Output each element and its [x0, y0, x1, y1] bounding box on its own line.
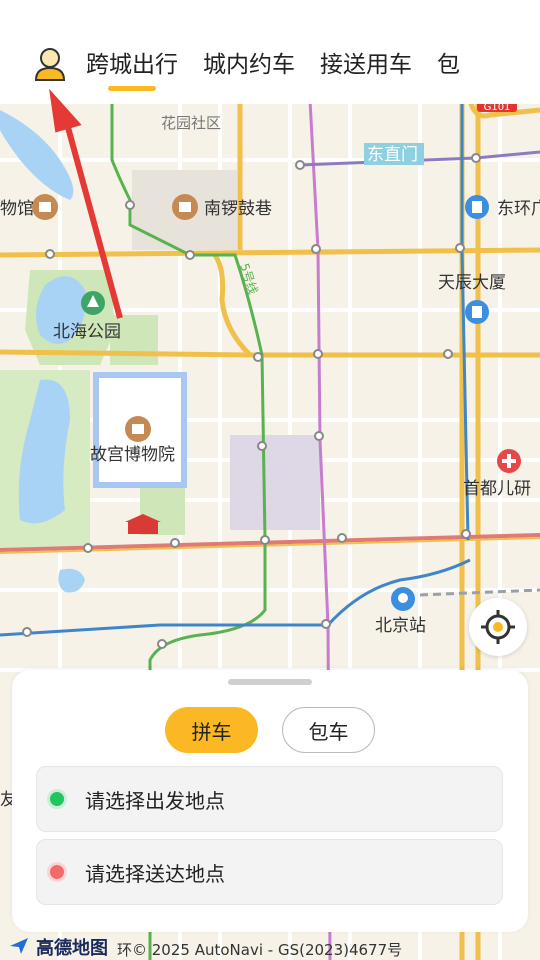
charter-button[interactable]: 包车: [282, 707, 375, 753]
start-dot-icon: [47, 789, 67, 809]
tab-city-ride[interactable]: 城内约车: [203, 50, 295, 100]
museum-icon: [172, 194, 198, 220]
building-icon: [465, 300, 489, 324]
park-icon: [81, 291, 105, 315]
museum-icon: [125, 416, 151, 442]
poi-beijingzhan: 北京站: [375, 616, 426, 636]
end-location-placeholder: 请选择送达地点: [85, 861, 225, 886]
top-bar: 跨城出行 城内约车 接送用车 包: [0, 0, 540, 104]
tab-charter-partial[interactable]: 包: [437, 50, 460, 100]
copyright-text: 环© 2025 AutoNavi - GS(2023)4677号: [117, 941, 403, 959]
poi-donghuan: 东环广: [497, 199, 540, 219]
start-location-placeholder: 请选择出发地点: [85, 788, 225, 813]
poi-dongzhimen: 东直门: [367, 145, 418, 165]
tab-pickup[interactable]: 接送用车: [320, 50, 412, 100]
navigation-arrow-icon: [10, 938, 28, 954]
end-location-field[interactable]: 请选择送达地点: [36, 839, 503, 905]
poi-shoudu: 首都儿研: [463, 479, 531, 499]
poi-nanluoguxiang: 南锣鼓巷: [204, 199, 272, 219]
building-icon: [465, 195, 489, 219]
drag-handle[interactable]: [228, 679, 312, 685]
end-dot-icon: [47, 862, 67, 882]
amap-logo: 高德地图: [36, 938, 108, 959]
poi-beihai: 北海公园: [53, 322, 121, 342]
user-avatar-icon[interactable]: [33, 46, 67, 84]
tab-intercity[interactable]: 跨城出行: [86, 50, 178, 100]
train-station-icon: [391, 587, 415, 611]
locate-button[interactable]: [469, 598, 527, 656]
tab-bar: 跨城出行 城内约车 接送用车 包: [86, 50, 485, 100]
poi-huayuan: 花园社区: [161, 114, 221, 132]
crosshair-icon: [481, 610, 515, 644]
booking-panel: 拼车 包车 请选择出发地点 请选择送达地点: [12, 670, 528, 932]
hospital-icon: [497, 449, 521, 473]
carpool-button[interactable]: 拼车: [165, 707, 258, 753]
poi-gugong: 故宫博物院: [90, 445, 175, 465]
start-location-field[interactable]: 请选择出发地点: [36, 766, 503, 832]
poi-tianchen: 天辰大厦: [438, 273, 506, 293]
museum-icon: [32, 194, 58, 220]
map-footer: 高德地图 环© 2025 AutoNavi - GS(2023)4677号: [0, 934, 540, 960]
poi-museum-left: 物馆: [0, 199, 34, 219]
